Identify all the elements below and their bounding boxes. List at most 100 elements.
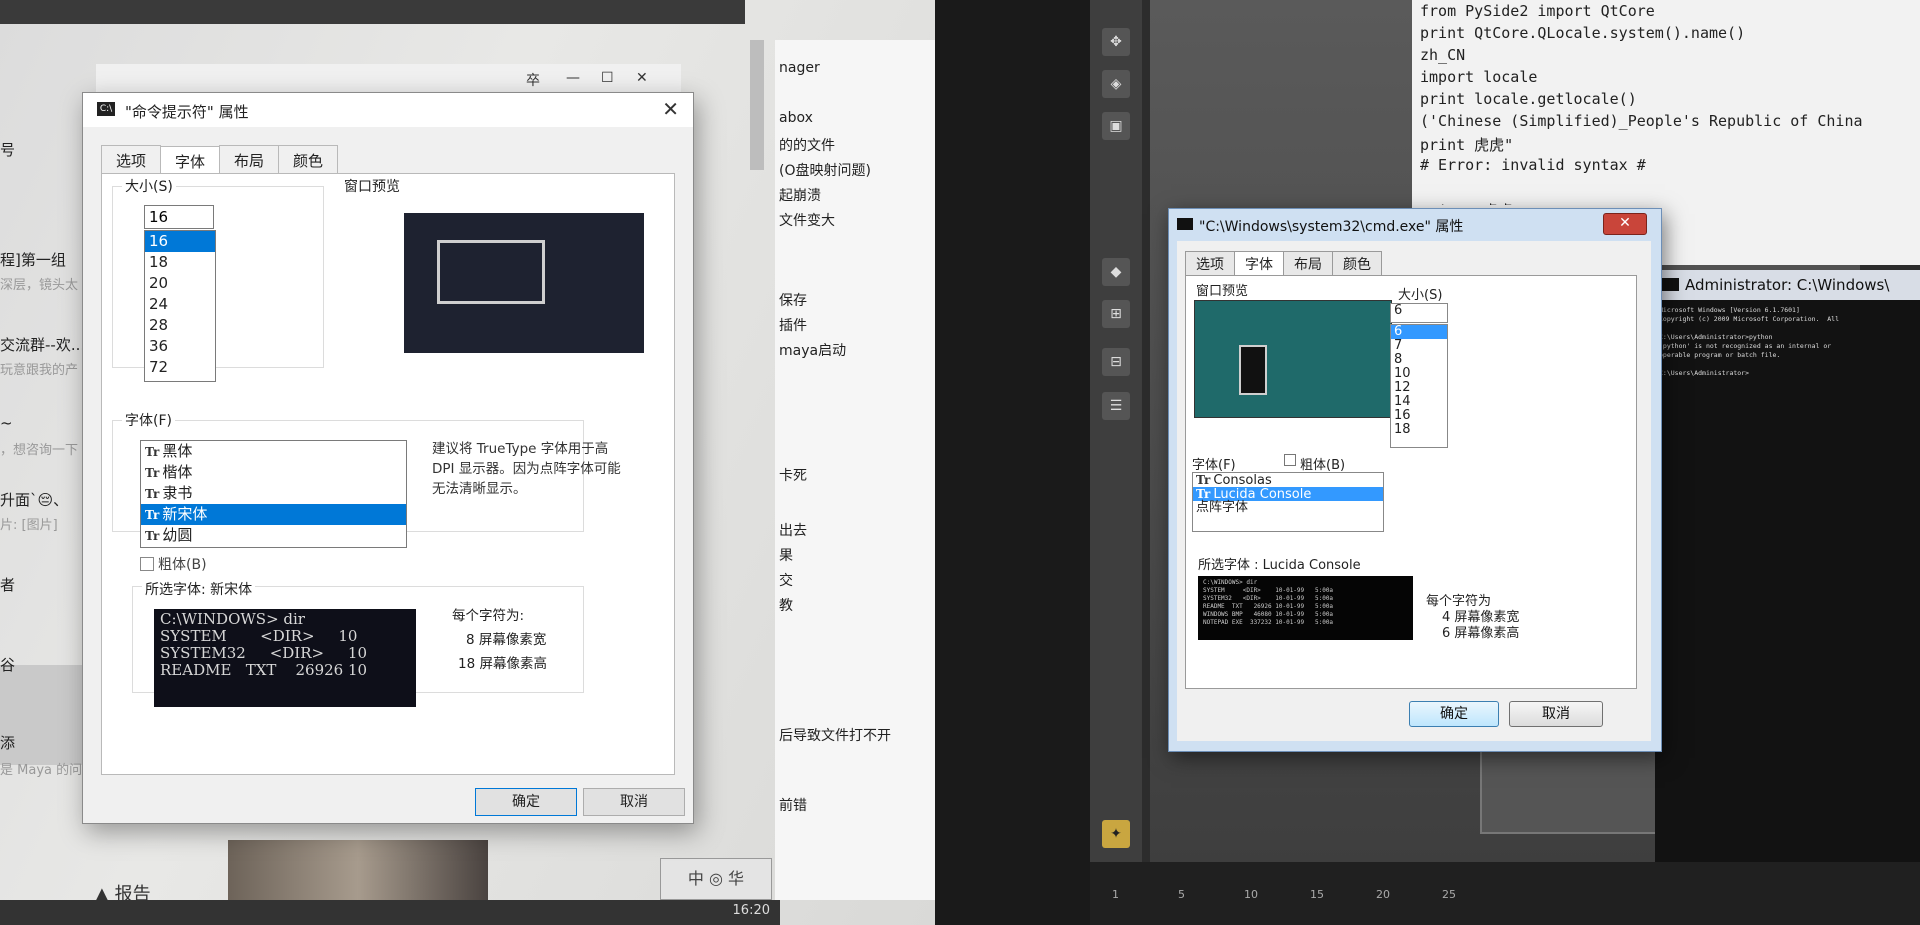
chat-item[interactable]: 玩意跟我的产 [0, 359, 78, 378]
tab-options[interactable]: 选项 [1185, 251, 1235, 276]
timeline-tick: 10 [1244, 888, 1258, 901]
size-option[interactable]: 10 [1391, 367, 1447, 381]
size-option[interactable]: 72 [145, 357, 215, 378]
file-list-item[interactable]: 的的文件 [779, 135, 835, 155]
font-option[interactable]: Tr 楷体 [141, 462, 406, 483]
tab-colors[interactable]: 颜色 [278, 145, 339, 175]
size-option[interactable]: 16 [1391, 409, 1447, 423]
timeline[interactable]: 1 5 10 15 20 25 [1090, 862, 1920, 925]
file-list-item[interactable]: 交 [779, 570, 793, 590]
size-option[interactable]: 8 [1391, 353, 1447, 367]
size-input-value: 6 [1394, 303, 1403, 318]
file-list-item[interactable]: abox [779, 110, 813, 126]
font-option[interactable]: Tr 幼圆 [141, 525, 406, 546]
bold-checkbox[interactable] [1284, 454, 1296, 466]
file-list-item[interactable]: 文件变大 [779, 210, 835, 230]
tab-options[interactable]: 选项 [101, 145, 162, 175]
pin-icon[interactable]: 卒 [526, 70, 540, 90]
chat-item[interactable]: ~ [0, 414, 13, 432]
chat-item[interactable]: 号 [0, 139, 15, 160]
tab-layout[interactable]: 布局 [1283, 251, 1333, 276]
outliner-icon[interactable]: ☰ [1102, 392, 1130, 420]
bold-label: 粗体(B) [158, 557, 207, 573]
size-listbox[interactable]: 6 7 8 10 12 14 16 18 [1390, 324, 1448, 448]
move-tool-icon[interactable]: ✥ [1102, 28, 1130, 56]
font-option[interactable]: Tr Lucida Console [1193, 487, 1383, 502]
font-option-label: 点阵字体 [1196, 500, 1249, 515]
file-list-item[interactable]: 起崩溃 [779, 185, 821, 205]
size-option[interactable]: 6 [1391, 325, 1447, 339]
layout-two-icon[interactable]: ⊟ [1102, 348, 1130, 376]
cancel-button[interactable]: 取消 [1509, 701, 1603, 727]
chat-item[interactable]: 交流群--欢... [0, 334, 85, 355]
font-label: 字体(F) [122, 410, 175, 430]
file-list-item[interactable]: 保存 [779, 290, 807, 310]
tab-font[interactable]: 字体 [1234, 251, 1284, 276]
size-option[interactable]: 7 [1391, 339, 1447, 353]
font-listbox[interactable]: Tr 黑体 Tr 楷体 Tr 隶书 Tr 新宋体 Tr 幼圆 [140, 440, 407, 548]
size-option[interactable]: 28 [145, 315, 215, 336]
font-listbox[interactable]: Tr Consolas Tr Lucida Console 点阵字体 [1192, 472, 1384, 532]
size-label: 大小(S) [122, 176, 176, 196]
file-list-item[interactable]: 后导致文件打不开 [779, 725, 891, 745]
size-input[interactable]: 6 [1390, 303, 1448, 323]
tab-font[interactable]: 字体 [160, 146, 221, 176]
font-option[interactable]: Tr Consolas [1193, 473, 1383, 488]
selected-font-label: 所选字体: 新宋体 [142, 579, 256, 599]
file-list-item[interactable]: 卡死 [779, 465, 807, 485]
rotate-tool-icon[interactable]: ◈ [1102, 70, 1130, 98]
chat-item[interactable]: 片: [图片] [0, 514, 58, 533]
file-list-item[interactable]: (O盘映射问题) [779, 160, 871, 180]
size-option[interactable]: 36 [145, 336, 215, 357]
layout-four-icon[interactable]: ⊞ [1102, 300, 1130, 328]
close-icon[interactable]: ✕ [636, 70, 648, 86]
bold-checkbox[interactable] [140, 557, 154, 571]
size-listbox[interactable]: 16 18 20 24 28 36 72 [144, 230, 216, 382]
font-option[interactable]: 点阵字体 [1193, 501, 1383, 515]
scale-tool-icon[interactable]: ▣ [1102, 112, 1130, 140]
ok-button[interactable]: 确定 [475, 788, 577, 816]
chat-item[interactable]: 程]第一组 [0, 249, 66, 270]
size-option[interactable]: 18 [1391, 423, 1447, 437]
size-option[interactable]: 12 [1391, 381, 1447, 395]
file-list-item[interactable]: nager [779, 60, 820, 76]
size-option[interactable]: 20 [145, 273, 215, 294]
size-option[interactable]: 16 [145, 231, 215, 252]
chat-item[interactable]: 谷 [0, 654, 15, 675]
tab-layout[interactable]: 布局 [219, 145, 280, 175]
custom-tool-icon[interactable]: ✦ [1102, 820, 1130, 848]
clock: 16:20 [732, 903, 770, 918]
file-list-item[interactable]: 教 [779, 595, 793, 615]
file-list-item[interactable]: 出去 [779, 520, 807, 540]
ok-button[interactable]: 确定 [1409, 701, 1499, 727]
scrollbar[interactable] [750, 40, 764, 170]
maximize-icon[interactable]: ☐ [601, 70, 614, 86]
timeline-tick: 15 [1310, 888, 1324, 901]
tab-colors[interactable]: 颜色 [1332, 251, 1382, 276]
font-option[interactable]: Tr 黑体 [141, 441, 406, 462]
size-option[interactable]: 14 [1391, 395, 1447, 409]
file-list-item[interactable]: maya启动 [779, 340, 846, 360]
font-option[interactable]: Tr 隶书 [141, 483, 406, 504]
file-list-item[interactable]: 插件 [779, 315, 807, 335]
chat-item[interactable]: 升面`😔、 [0, 489, 68, 510]
font-option[interactable]: Tr 新宋体 [141, 504, 406, 525]
script-editor[interactable]: from PySide2 import QtCore print QtCore.Q… [1412, 0, 1920, 205]
file-list-item[interactable]: 果 [779, 545, 793, 565]
cmd-window[interactable]: Administrator: C:\Windows\ Microsoft Win… [1655, 270, 1920, 925]
layout-single-icon[interactable]: ◆ [1102, 258, 1130, 286]
chat-item[interactable]: 深层，镜头太 [0, 274, 78, 293]
chat-item[interactable]: 者 [0, 574, 15, 595]
chat-item[interactable]: 添 [0, 732, 15, 753]
size-option[interactable]: 24 [145, 294, 215, 315]
file-list-item[interactable]: 前错 [779, 795, 807, 815]
preview-label: 窗口预览 [344, 176, 400, 196]
size-option[interactable]: 18 [145, 252, 215, 273]
size-input[interactable]: 16 [144, 205, 214, 229]
cancel-button[interactable]: 取消 [583, 788, 685, 816]
minimize-icon[interactable]: — [566, 70, 580, 86]
close-icon[interactable]: ✕ [662, 97, 679, 121]
close-button[interactable]: ✕ [1603, 213, 1647, 235]
truetype-hint: 建议将 TrueType 字体用于高 DPI 显示器。因为点阵字体可能无法清晰显… [432, 441, 621, 497]
chat-item[interactable]: ，想咨询一下 [0, 439, 78, 458]
